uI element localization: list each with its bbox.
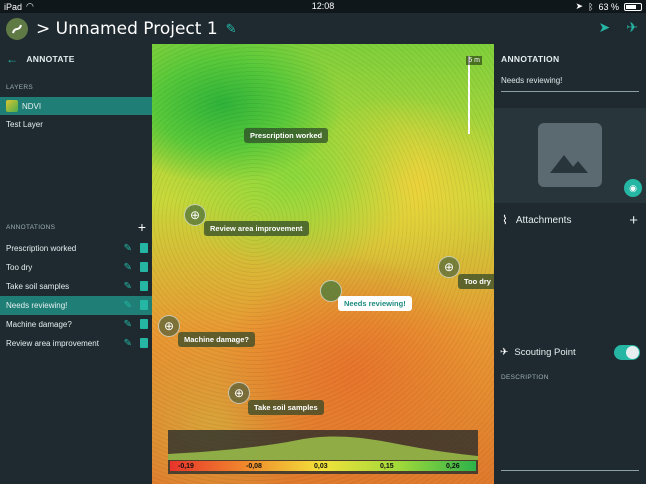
status-bar: iPad ◠ 12:08 ➤ ᛒ 63 %: [0, 0, 646, 13]
annotation-label: Too dry: [6, 263, 33, 272]
location-icon: ➤: [575, 1, 584, 11]
annotation-item[interactable]: Review area improvement ✎: [0, 334, 152, 353]
legend-tick: 0,15: [380, 463, 394, 470]
project-title[interactable]: > Unnamed Project 1: [36, 19, 218, 39]
back-arrow-icon[interactable]: ←: [6, 52, 18, 66]
callout-review[interactable]: Review area improvement: [204, 221, 309, 236]
layer-item-test[interactable]: Test Layer: [0, 115, 152, 133]
scouting-point-toggle[interactable]: [614, 344, 640, 360]
camera-icon[interactable]: ◉: [624, 179, 642, 197]
battery-percent: 63 %: [598, 1, 619, 12]
drone-icon[interactable]: ✈: [626, 19, 638, 36]
edit-pencil-icon[interactable]: ✎: [124, 300, 132, 311]
trash-icon[interactable]: [140, 281, 148, 291]
scale-label: 5 m: [466, 56, 482, 65]
status-right: ➤ ᛒ 63 %: [576, 1, 642, 12]
callout-toodry[interactable]: Too dry: [458, 274, 494, 289]
annotation-item[interactable]: Take soil samples ✎: [0, 277, 152, 296]
annotation-item-selected[interactable]: Needs reviewing! ✎: [0, 296, 152, 315]
add-attachment-plus-icon[interactable]: +: [629, 212, 638, 229]
callout-needs[interactable]: Needs reviewing!: [338, 296, 412, 311]
annotation-label: Needs reviewing!: [6, 301, 68, 310]
annotation-actions: ✎: [124, 262, 148, 273]
battery-icon: [624, 2, 642, 11]
layer-label: NDVI: [22, 101, 42, 111]
annotation-pin-icon[interactable]: ⊕: [158, 315, 180, 337]
layer-item-ndvi[interactable]: NDVI: [0, 97, 152, 115]
annotation-actions: ✎: [124, 319, 148, 330]
annotation-list: Prescription worked ✎ Too dry ✎ Take soi…: [0, 239, 152, 353]
trash-icon[interactable]: [140, 262, 148, 272]
annotation-item[interactable]: Machine damage? ✎: [0, 315, 152, 334]
attachments-label: Attachments: [515, 214, 572, 226]
legend-tick: 0,03: [314, 463, 328, 470]
annotation-label: Take soil samples: [6, 282, 70, 291]
ndvi-legend: -0,19 -0,08 0,03 0,15 0,26: [168, 430, 478, 474]
add-annotation-plus-icon[interactable]: +: [138, 219, 146, 235]
annotation-actions: ✎: [124, 281, 148, 292]
trash-icon[interactable]: [140, 319, 148, 329]
annotation-panel-title: ANNOTATION: [501, 54, 560, 64]
trash-icon[interactable]: [140, 338, 148, 348]
annotation-actions: ✎: [124, 338, 148, 349]
layer-label: Test Layer: [6, 119, 43, 129]
annotation-label: Machine damage?: [6, 320, 72, 329]
scale-bar: [468, 56, 482, 134]
histogram-shape: [168, 436, 478, 460]
app-logo[interactable]: [6, 17, 28, 40]
edit-pencil-icon[interactable]: ✎: [124, 243, 132, 254]
annotation-item[interactable]: Prescription worked ✎: [0, 239, 152, 258]
edit-pencil-icon[interactable]: ✎: [124, 281, 132, 292]
ndvi-layer-icon: [6, 100, 18, 112]
paperclip-icon: ⌇: [502, 213, 508, 227]
ndvi-map[interactable]: 5 m Prescription worked ⊕ Review area im…: [152, 44, 494, 484]
bluetooth-icon: ᛒ: [588, 1, 594, 12]
annotation-item[interactable]: Too dry ✎: [0, 258, 152, 277]
annotation-name-field[interactable]: Needs reviewing!: [501, 76, 639, 92]
annotation-pin-icon[interactable]: ⊕: [438, 256, 460, 278]
legend-tick: -0,08: [246, 463, 262, 470]
legend-tick: -0,19: [178, 463, 194, 470]
annotation-label: Prescription worked: [6, 244, 77, 253]
scouting-point-row: ✈ Scouting Point: [494, 342, 646, 362]
annotations-label: ANNOTATIONS: [6, 223, 56, 231]
edit-pencil-icon[interactable]: ✎: [124, 338, 132, 349]
legend-tick: 0,26: [446, 463, 460, 470]
drone-icon: ✈: [500, 346, 509, 358]
app-header: > Unnamed Project 1 ✎ ➤ ✈: [0, 13, 646, 44]
annotate-header: ← ANNOTATE: [0, 44, 152, 74]
callout-soil[interactable]: Take soil samples: [248, 400, 324, 415]
annotations-header: ANNOTATIONS +: [0, 219, 152, 235]
annotate-title: ANNOTATE: [26, 54, 75, 64]
header-actions: ➤ ✈: [599, 19, 638, 36]
attachments-row: ⌇ Attachments +: [494, 207, 646, 233]
edit-pencil-icon[interactable]: ✎: [124, 319, 132, 330]
annotation-actions: ✎: [124, 300, 148, 311]
image-placeholder-icon: [538, 123, 602, 187]
annotation-pin-icon[interactable]: ⊕: [184, 204, 206, 226]
annotation-detail-panel: ANNOTATION Needs reviewing! ◉ ⌇ Attachme…: [494, 44, 646, 484]
photo-area[interactable]: ◉: [494, 108, 646, 203]
annotation-pin-icon[interactable]: ⊕: [228, 382, 250, 404]
annotation-label: Review area improvement: [6, 339, 99, 348]
annotate-panel: ← ANNOTATE LAYERS NDVI Test Layer ANNOTA…: [0, 44, 152, 484]
layers-label: LAYERS: [6, 84, 33, 91]
description-field[interactable]: [501, 470, 639, 471]
status-time: 12:08: [311, 1, 335, 11]
edit-project-pencil-icon[interactable]: ✎: [226, 21, 237, 37]
navigate-icon[interactable]: ➤: [599, 19, 611, 36]
trash-icon[interactable]: [140, 243, 148, 253]
annotation-actions: ✎: [124, 243, 148, 254]
callout-prescription[interactable]: Prescription worked: [244, 128, 329, 143]
scouting-point-label: Scouting Point: [514, 346, 576, 358]
description-label: DESCRIPTION: [501, 374, 549, 381]
trash-icon[interactable]: [140, 300, 148, 310]
callout-machine[interactable]: Machine damage?: [178, 332, 256, 347]
edit-pencil-icon[interactable]: ✎: [124, 262, 132, 273]
